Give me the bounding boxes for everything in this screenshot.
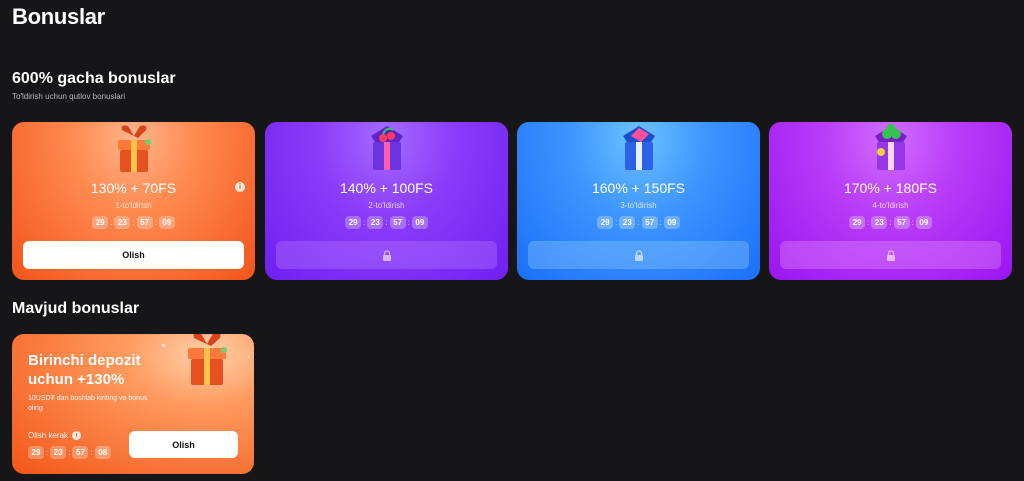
available-bonus-card: Birinchi depozit uchun +130% 10USD₮ dan … xyxy=(12,334,254,474)
timer-days: 29 xyxy=(92,216,109,229)
lock-icon xyxy=(634,249,643,261)
timer-days: 29 xyxy=(28,446,44,459)
countdown-timer: 29: 23: 57: 09 xyxy=(12,216,255,229)
lock-icon xyxy=(382,249,391,261)
timer-hours: 23 xyxy=(50,446,67,459)
timer-hours: 23 xyxy=(871,216,888,229)
deposit-card-1: 130% + 70FS i 1-to'ldirish 29: 23: 57: 0… xyxy=(12,122,255,280)
gift-box-icon xyxy=(874,124,907,170)
timer-seconds: 09 xyxy=(663,216,680,229)
claim-needed-text: Olish kerak xyxy=(28,431,69,440)
available-bonus-description: 10USD₮ dan boshlab kiriting va bonus oli… xyxy=(28,395,148,412)
available-bonus-title: Birinchi depozit uchun +130% xyxy=(28,352,141,388)
card-amount: 140% + 100FS xyxy=(339,180,433,196)
timer-seconds: 09 xyxy=(915,216,932,229)
gift-box-icon xyxy=(188,334,227,385)
timer-minutes: 57 xyxy=(136,216,153,229)
countdown-timer: 29: 23: 57: 09 xyxy=(265,216,508,229)
gift-box-icon xyxy=(370,126,403,170)
deposit-section-subtitle: To'ldirish uchun qutlov bonuslari xyxy=(12,92,126,101)
deposit-section-title: 600% gacha bonuslar xyxy=(12,70,176,87)
locked-claim-button xyxy=(528,241,749,269)
timer-hours: 23 xyxy=(619,216,636,229)
timer-hours: 23 xyxy=(367,216,384,229)
timer-minutes: 57 xyxy=(389,216,406,229)
claim-button[interactable]: Olish xyxy=(23,241,244,269)
deposit-card-4: 170% + 180FS 4-to'ldirish 29: 23: 57: 09 xyxy=(769,122,1012,280)
timer-minutes: 57 xyxy=(72,446,89,459)
timer-days: 29 xyxy=(597,216,614,229)
card-step: 3-to'ldirish xyxy=(620,201,657,210)
timer-days: 29 xyxy=(345,216,362,229)
timer-days: 29 xyxy=(849,216,866,229)
deposit-bonus-cards: 130% + 70FS i 1-to'ldirish 29: 23: 57: 0… xyxy=(12,122,1012,280)
card-amount: 170% + 180FS xyxy=(843,180,937,196)
countdown-timer: 29: 23: 57: 09 xyxy=(769,216,1012,229)
claim-button[interactable]: Olish xyxy=(129,431,238,458)
card-step: 4-to'ldirish xyxy=(872,201,909,210)
page-title: Bonuslar xyxy=(12,4,105,29)
timer-hours: 23 xyxy=(114,216,131,229)
gift-box-icon xyxy=(622,126,655,170)
locked-claim-button xyxy=(780,241,1001,269)
timer-minutes: 57 xyxy=(893,216,910,229)
info-icon[interactable]: i xyxy=(72,431,82,440)
info-icon[interactable]: i xyxy=(235,182,245,192)
card-amount: 160% + 150FS xyxy=(591,180,685,196)
deposit-card-3: 160% + 150FS 3-to'ldirish 29: 23: 57: 09 xyxy=(517,122,760,280)
locked-claim-button xyxy=(276,241,497,269)
timer-seconds: 08 xyxy=(94,446,111,459)
timer-minutes: 57 xyxy=(641,216,658,229)
deposit-card-2: 140% + 100FS 2-to'ldirish 29: 23: 57: 09 xyxy=(265,122,508,280)
countdown-timer: 29: 23: 57: 08 xyxy=(28,446,111,459)
claim-needed-label: Olish kerak i xyxy=(28,431,82,440)
card-amount: 130% + 70FS xyxy=(90,180,177,196)
available-section-title: Mavjud bonuslar xyxy=(12,300,140,317)
card-step: 2-to'ldirish xyxy=(368,201,405,210)
countdown-timer: 29: 23: 57: 09 xyxy=(517,216,760,229)
lock-icon xyxy=(886,249,895,261)
gift-box-icon xyxy=(117,125,151,172)
timer-seconds: 09 xyxy=(411,216,428,229)
timer-seconds: 09 xyxy=(158,216,175,229)
card-step: 1-to'ldirish xyxy=(115,201,152,210)
